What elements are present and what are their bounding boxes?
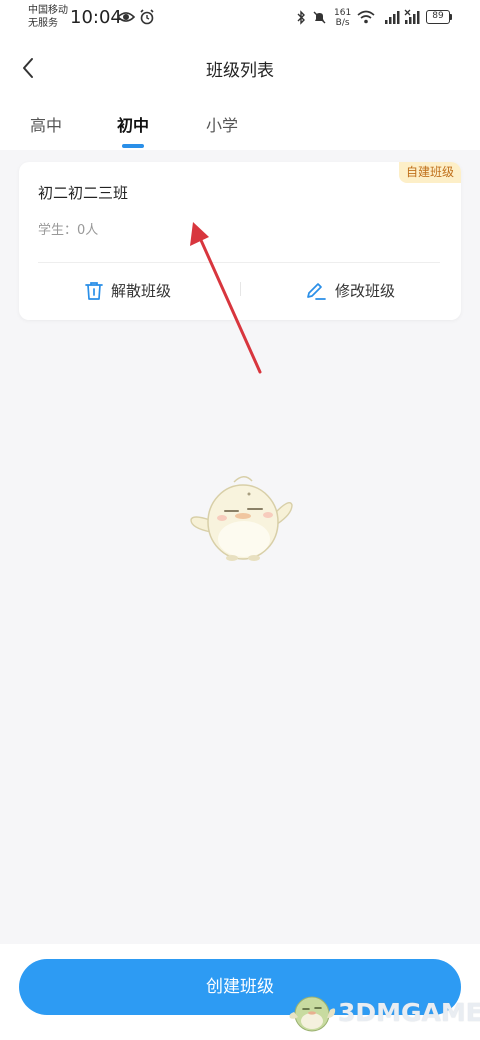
net-speed-unit: B/s xyxy=(335,18,350,28)
mute-bell-icon xyxy=(313,11,326,24)
watermark: 3DMGAME xyxy=(288,990,480,1034)
tab-high-school[interactable]: 高中 xyxy=(30,112,62,136)
card-divider xyxy=(38,262,440,263)
battery-level: 89 xyxy=(426,10,450,24)
carrier-name: 中国移动 xyxy=(28,5,68,16)
dismiss-class-button[interactable]: 解散班级 xyxy=(85,280,171,301)
edit-class-label: 修改班级 xyxy=(335,282,396,300)
mascot-illustration xyxy=(190,476,293,561)
wifi-icon xyxy=(357,10,375,24)
tab-bar: 高中 初中 小学 xyxy=(0,98,480,150)
watermark-text: 3DMGAME xyxy=(338,997,480,1027)
net-speed: 161 B/s xyxy=(334,8,351,28)
dismiss-class-label: 解散班级 xyxy=(111,282,172,300)
action-divider xyxy=(240,282,241,296)
tab-primary-school[interactable]: 小学 xyxy=(206,112,238,136)
service-status: 无服务 xyxy=(28,18,58,29)
alarm-icon xyxy=(140,9,154,25)
status-bar: 中国移动 无服务 10:04 161 B/s 89 xyxy=(0,0,480,40)
bluetooth-icon xyxy=(297,10,305,25)
tab-middle-school[interactable]: 初中 xyxy=(117,112,149,136)
carrier-info: 中国移动 无服务 xyxy=(28,4,68,30)
eye-icon xyxy=(117,12,135,22)
class-card[interactable]: 自建班级 初二初二三班 学生：0人 解散班级 修改班级 xyxy=(19,162,461,320)
net-speed-value: 161 xyxy=(334,8,352,18)
trash-icon xyxy=(85,281,103,300)
signal-no-service-icon xyxy=(404,9,420,24)
self-created-badge: 自建班级 xyxy=(398,162,461,183)
signal-icon xyxy=(385,11,400,24)
class-name: 初二初二三班 xyxy=(38,184,129,202)
watermark-mascot-icon xyxy=(289,996,336,1032)
page-title: 班级列表 xyxy=(206,61,274,81)
edit-class-button[interactable]: 修改班级 xyxy=(305,280,395,301)
active-tab-indicator xyxy=(122,144,144,148)
status-time: 10:04 xyxy=(70,7,122,28)
edit-icon xyxy=(307,282,326,300)
battery-tip xyxy=(450,14,452,20)
nav-bar: 班级列表 xyxy=(0,40,480,98)
student-count: 学生：0人 xyxy=(38,223,99,238)
